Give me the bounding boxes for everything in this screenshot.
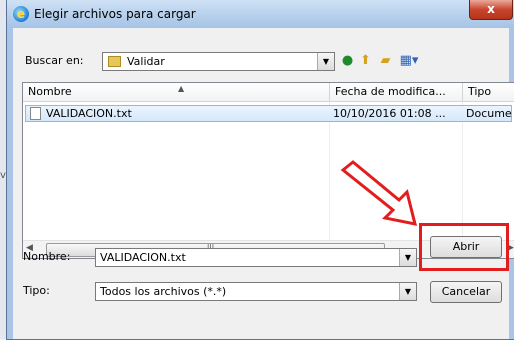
chevron-down-icon[interactable]: ▼: [399, 283, 416, 300]
column-header-type-label: Tipo: [468, 85, 492, 98]
file-type: Docume: [466, 107, 512, 120]
text-file-icon: [30, 107, 41, 120]
column-header-name-label: Nombre: [28, 85, 72, 98]
filetype-select[interactable]: Todos los archivos (*.*) ▼: [95, 282, 417, 301]
title-bar: e Elegir archivos para cargar x: [7, 0, 514, 28]
filetype-label: Tipo:: [23, 284, 50, 297]
file-name: VALIDACION.txt: [46, 107, 132, 120]
views-menu-icon[interactable]: ▦▾: [397, 52, 421, 69]
annotation-box: [419, 223, 509, 271]
column-header-date-label: Fecha de modifica...: [335, 85, 446, 98]
up-folder-icon[interactable]: ⬆: [357, 52, 374, 69]
ie-icon: e: [13, 6, 29, 22]
filetype-value: Todos los archivos (*.*): [100, 285, 227, 298]
column-header-date[interactable]: Fecha de modifica...: [330, 83, 463, 102]
file-date: 10/10/2016 01:08 ...: [333, 107, 446, 120]
file-row[interactable]: VALIDACION.txt 10/10/2016 01:08 ... Docu…: [25, 105, 512, 122]
filename-label: Nombre:: [23, 250, 71, 263]
lookin-label: Buscar en:: [25, 54, 84, 67]
column-divider: [329, 102, 330, 244]
file-dialog: e Elegir archivos para cargar x Buscar e…: [6, 0, 514, 340]
lookin-value: Validar: [127, 55, 165, 68]
sort-arrow-icon: ▲: [178, 84, 185, 93]
cancel-button[interactable]: Cancelar: [430, 281, 502, 303]
filename-field[interactable]: VALIDACION.txt ▼: [95, 248, 417, 267]
column-header-name[interactable]: ▲ Nombre: [23, 83, 330, 102]
annotation-arrow: [340, 160, 418, 226]
chevron-down-icon[interactable]: ▼: [317, 53, 334, 70]
folder-icon: [108, 56, 121, 67]
column-header-type[interactable]: Tipo: [463, 83, 514, 102]
window-title: Elegir archivos para cargar: [34, 7, 196, 21]
filename-value: VALIDACION.txt: [100, 251, 186, 264]
back-arrow-icon[interactable]: ●: [339, 52, 356, 69]
lookin-combo[interactable]: Validar ▼: [102, 52, 335, 71]
chevron-down-icon[interactable]: ▼: [399, 249, 416, 266]
close-button[interactable]: x: [469, 0, 513, 20]
new-folder-icon[interactable]: ▰: [377, 52, 394, 69]
